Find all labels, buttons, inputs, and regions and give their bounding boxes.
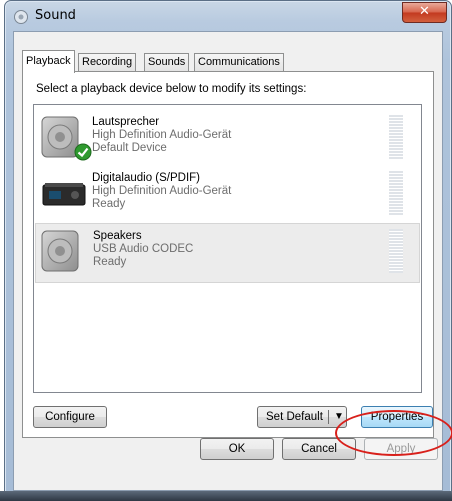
configure-button[interactable]: Configure [33,406,107,428]
device-list[interactable]: Lautsprecher High Definition Audio-Gerät… [33,104,422,393]
set-default-label: Set Default [266,411,323,423]
sound-dialog: Sound ✕ Playback Recording Sounds Commun… [4,0,452,499]
device-status: Ready [93,256,127,268]
device-driver: USB Audio CODEC [93,243,194,255]
title-bar[interactable]: Sound ✕ [5,1,451,31]
digital-receiver-icon [42,183,86,206]
split-separator [328,410,329,424]
close-icon: ✕ [419,4,430,19]
taskbar-strip [0,491,452,501]
dropdown-arrow-icon[interactable]: ▼ [334,410,344,424]
instruction-text: Select a playback device below to modify… [36,83,307,95]
volume-meter [389,171,403,215]
device-driver: High Definition Audio-Gerät [92,129,232,141]
cancel-button[interactable]: Cancel [282,438,356,460]
device-name: Speakers [93,230,142,242]
dialog-client-area: Playback Recording Sounds Communications… [13,31,443,491]
tab-recording[interactable]: Recording [78,53,137,72]
tab-communications[interactable]: Communications [194,53,284,72]
tab-playback[interactable]: Playback [22,50,75,73]
device-row-speakers[interactable]: Speakers USB Audio CODEC Ready [35,223,420,283]
window-title: Sound [35,8,76,23]
device-name: Digitalaudio (S/PDIF) [92,172,201,184]
default-check-icon [74,143,92,161]
speaker-icon [41,230,79,272]
device-status: Default Device [92,142,167,154]
tab-sounds[interactable]: Sounds [144,53,190,72]
device-row-digitalaudio[interactable]: Digitalaudio (S/PDIF) High Definition Au… [35,165,420,225]
properties-button[interactable]: Properties [361,406,433,428]
apply-button[interactable]: Apply [364,438,438,460]
volume-meter [389,229,403,273]
device-row-lautsprecher[interactable]: Lautsprecher High Definition Audio-Gerät… [35,109,420,169]
device-driver: High Definition Audio-Gerät [92,185,232,197]
volume-meter [389,115,403,159]
device-name: Lautsprecher [92,116,160,128]
playback-panel: Select a playback device below to modify… [22,71,434,438]
device-status: Ready [92,198,126,210]
set-default-button[interactable]: Set Default ▼ [257,406,347,428]
sound-app-icon [14,10,28,24]
ok-button[interactable]: OK [200,438,274,460]
close-button[interactable]: ✕ [402,2,447,23]
